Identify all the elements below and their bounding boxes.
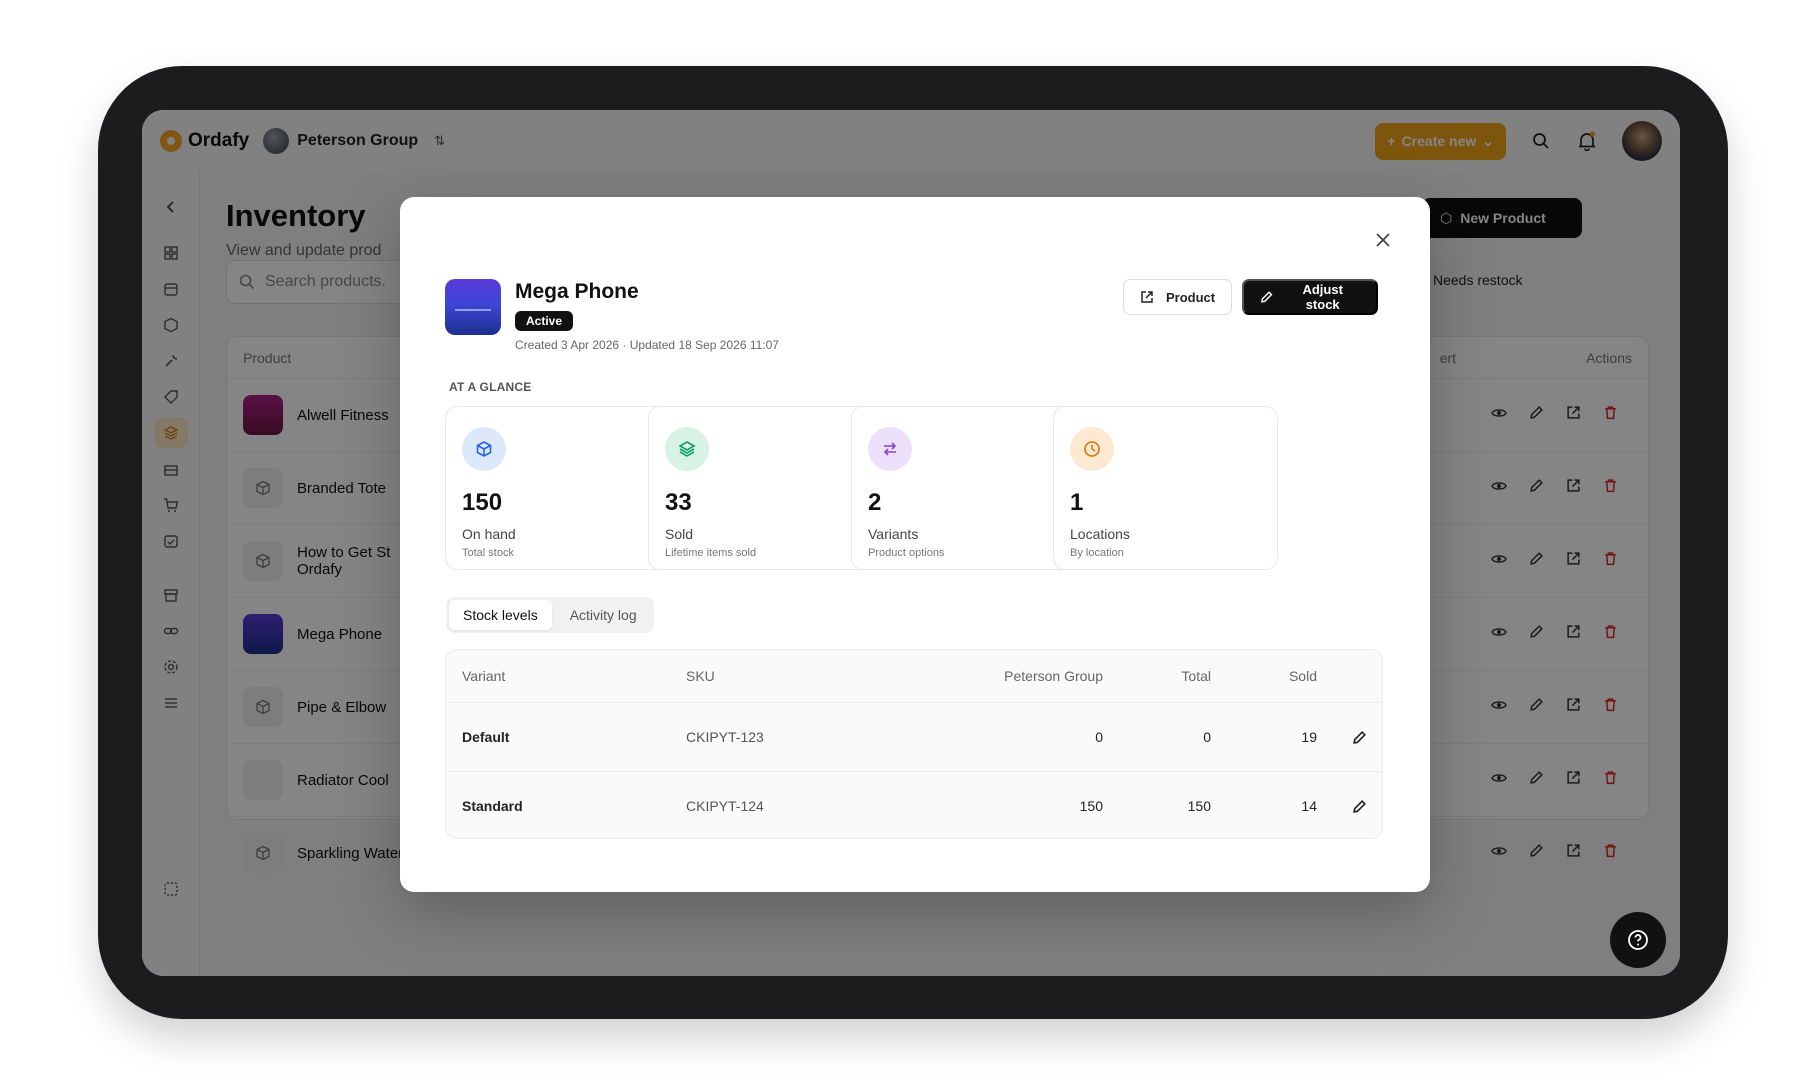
modal-tabs: Stock levels Activity log xyxy=(446,597,654,633)
stock-levels-table: Variant SKU Peterson Group Total Sold De… xyxy=(445,649,1383,839)
created-updated-text: Created 3 Apr 2026 · Updated 18 Sep 2026… xyxy=(515,338,779,352)
status-badge: Active xyxy=(515,311,574,331)
edit-pencil-icon[interactable] xyxy=(1317,730,1367,745)
stock-row: Standard CKIPYT-124 150 150 14 xyxy=(446,771,1382,838)
stat-card-variants: 2 Variants Product options xyxy=(851,406,1076,570)
help-button[interactable] xyxy=(1610,912,1666,968)
layers-icon xyxy=(665,427,709,471)
tab-activity-log[interactable]: Activity log xyxy=(556,600,651,630)
external-link-icon xyxy=(1141,291,1153,303)
stock-table-header: Variant SKU Peterson Group Total Sold xyxy=(462,668,1317,684)
view-product-button[interactable]: Product xyxy=(1123,279,1233,315)
tab-stock-levels[interactable]: Stock levels xyxy=(449,600,552,630)
product-image xyxy=(445,279,501,335)
question-icon xyxy=(1628,930,1648,950)
edit-pencil-icon[interactable] xyxy=(1317,799,1367,814)
adjust-stock-button[interactable]: Adjust stock xyxy=(1242,279,1378,315)
stat-card-sold: 33 Sold Lifetime items sold xyxy=(648,406,873,570)
swap-icon xyxy=(868,427,912,471)
close-icon[interactable] xyxy=(1374,231,1392,249)
box-icon xyxy=(462,427,506,471)
stat-card-locations: 1 Locations By location xyxy=(1053,406,1278,570)
stock-row: Default CKIPYT-123 0 0 19 xyxy=(446,702,1382,771)
pencil-icon xyxy=(1261,291,1273,303)
product-name: Mega Phone xyxy=(515,280,639,303)
stat-card-on-hand: 150 On hand Total stock xyxy=(445,406,670,570)
clock-icon xyxy=(1070,427,1114,471)
product-stock-modal: Mega Phone Active Created 3 Apr 2026 · U… xyxy=(400,197,1430,892)
at-a-glance-heading: AT A GLANCE xyxy=(449,380,532,394)
